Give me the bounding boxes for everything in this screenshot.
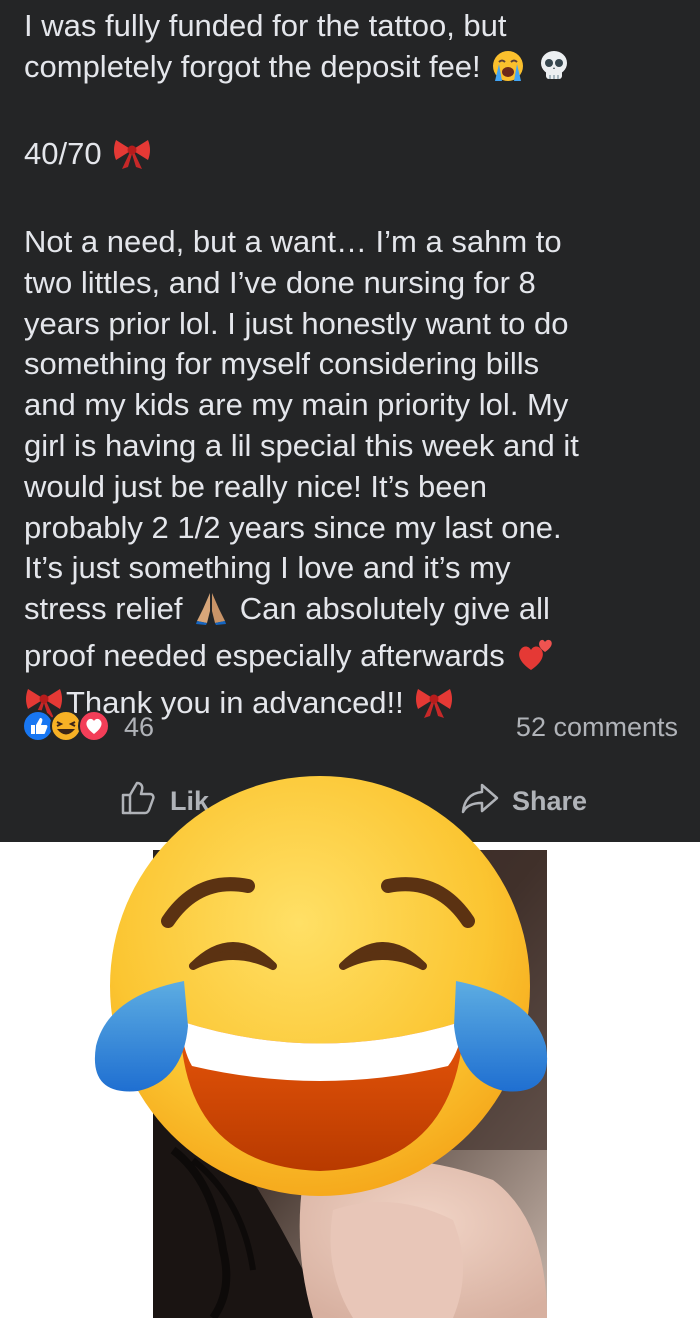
- body-line: Not a need, but a want… I’m a sahm to: [24, 223, 562, 259]
- body-line: something for myself considering bills: [24, 346, 540, 382]
- love-reaction-icon: [78, 710, 110, 742]
- reaction-icons[interactable]: [22, 710, 122, 742]
- body-line-text: stress relief: [24, 591, 183, 627]
- comments-count-link[interactable]: 52 comments: [516, 712, 678, 743]
- body-line: would just be really nice! It’s been: [24, 468, 487, 504]
- body-line: and my kids are my main priority lol. My: [24, 387, 569, 423]
- praying-hands-emoji-icon: [193, 591, 229, 636]
- body-line: It’s just something I love and it’s my: [24, 550, 511, 586]
- post-line: I was fully funded for the tattoo, but: [24, 8, 507, 43]
- like-reaction-icon: [22, 710, 54, 742]
- post-line-text: completely forgot the deposit fee!: [24, 48, 481, 84]
- body-line-text: proof needed especially afterwards: [24, 637, 505, 673]
- progress-line: 40/70: [24, 134, 674, 181]
- skull-emoji-icon: [538, 49, 570, 94]
- reactions-row: 46 52 comments: [22, 706, 678, 746]
- body-line: stress relief Can absolutely give all: [24, 589, 674, 636]
- progress-text: 40/70: [24, 136, 102, 172]
- body-line-text: Can absolutely give all: [239, 591, 550, 627]
- laugh-reaction-icon: [50, 710, 82, 742]
- laughing-tears-emoji-icon: [88, 766, 558, 1211]
- body-line: probably 2 1/2 years since my last one.: [24, 509, 562, 545]
- body-line: proof needed especially afterwards: [24, 636, 674, 683]
- reaction-count[interactable]: 46: [124, 712, 154, 743]
- two-hearts-emoji-icon: [515, 636, 555, 683]
- post-card: I was fully funded for the tattoo, but c…: [0, 0, 700, 842]
- post-text: I was fully funded for the tattoo, but c…: [24, 6, 674, 730]
- body-line: years prior lol. I just honestly want to…: [24, 305, 569, 341]
- body-line: girl is having a lil special this week a…: [24, 427, 579, 463]
- crying-emoji-icon: [491, 49, 525, 94]
- ribbon-emoji-icon: [112, 136, 152, 181]
- post-line: completely forgot the deposit fee!: [24, 47, 674, 94]
- body-line: two littles, and I’ve done nursing for 8: [24, 264, 536, 300]
